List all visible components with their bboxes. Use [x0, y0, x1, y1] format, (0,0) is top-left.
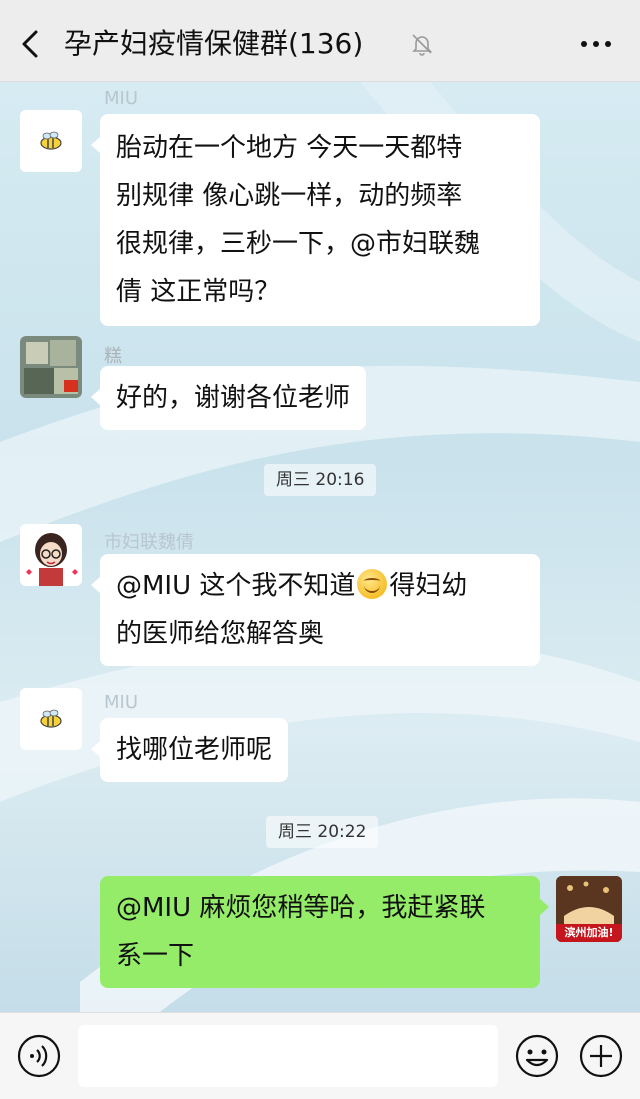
message-line: 系一下: [116, 941, 195, 971]
avatar-miu[interactable]: [20, 110, 82, 172]
message-line: 找哪位老师呢: [116, 735, 273, 765]
plus-icon[interactable]: [578, 1033, 624, 1079]
bee-icon: [20, 688, 82, 750]
back-arrow-icon[interactable]: [16, 28, 46, 60]
bee-icon: [20, 110, 82, 172]
own-message-bubble[interactable]: @MIU 麻烦您稍等哈，我赶紧联 系一下: [100, 876, 549, 988]
chat-header: 孕产妇疫情保健群(136): [0, 0, 640, 82]
message-input[interactable]: [78, 1025, 498, 1087]
message-line: 的医师给您解答奥: [116, 619, 325, 649]
message-line: 胎动在一个地方 今天一天都特: [116, 133, 463, 163]
timestamp: 周三 20:22: [266, 816, 379, 848]
avatar-badge-text: 滨州加油!: [564, 926, 614, 939]
message-line: @MIU 这个我不知道 得妇幼: [116, 562, 524, 610]
chat-message-list[interactable]: MIU 胎动在一个地方 今天一天都特 别规律 像心跳一样，动的频率 很规律，三秒…: [0, 82, 640, 1012]
more-options-icon[interactable]: [578, 38, 614, 50]
avatar-blurred[interactable]: [20, 336, 82, 398]
sender-name: MIU: [104, 692, 139, 713]
emoji-icon[interactable]: [514, 1033, 560, 1079]
blurred-photo-icon: [20, 336, 82, 398]
message-bubble[interactable]: 好的，谢谢各位老师: [90, 366, 367, 430]
mute-bell-icon: [412, 34, 432, 56]
message-text: @MIU 这个我不知道: [116, 571, 356, 601]
message-bubble[interactable]: 找哪位老师呢: [90, 718, 289, 782]
message-line: 好的，谢谢各位老师: [116, 383, 351, 413]
chat-title: 孕产妇疫情保健群(136): [64, 27, 364, 60]
message-line: 倩 这正常吗？: [116, 277, 281, 307]
sender-name: 市妇联魏倩: [104, 532, 194, 553]
message-line: 很规律，三秒一下，@市妇联魏: [116, 229, 481, 259]
avatar-shifulian[interactable]: [20, 524, 82, 586]
message-bubble[interactable]: 胎动在一个地方 今天一天都特 别规律 像心跳一样，动的频率 很规律，三秒一下，@…: [91, 114, 540, 326]
message-line: @MIU 麻烦您稍等哈，我赶紧联: [116, 893, 486, 923]
cartoon-girl-icon: [20, 524, 82, 586]
timestamp: 周三 20:16: [264, 464, 377, 496]
sender-name: MIU: [104, 88, 139, 109]
own-avatar[interactable]: 滨州加油!: [556, 876, 622, 942]
sender-name: 糕: [104, 346, 122, 367]
avatar-miu[interactable]: [20, 688, 82, 750]
input-toolbar: [0, 1012, 640, 1099]
message-line: 别规律 像心跳一样，动的频率: [116, 181, 463, 211]
message-text: 得妇幼: [389, 571, 468, 601]
smiling-face-emoji-icon: [357, 569, 388, 599]
voice-icon[interactable]: [16, 1033, 62, 1079]
message-bubble[interactable]: @MIU 这个我不知道 得妇幼 的医师给您解答奥: [91, 554, 540, 666]
